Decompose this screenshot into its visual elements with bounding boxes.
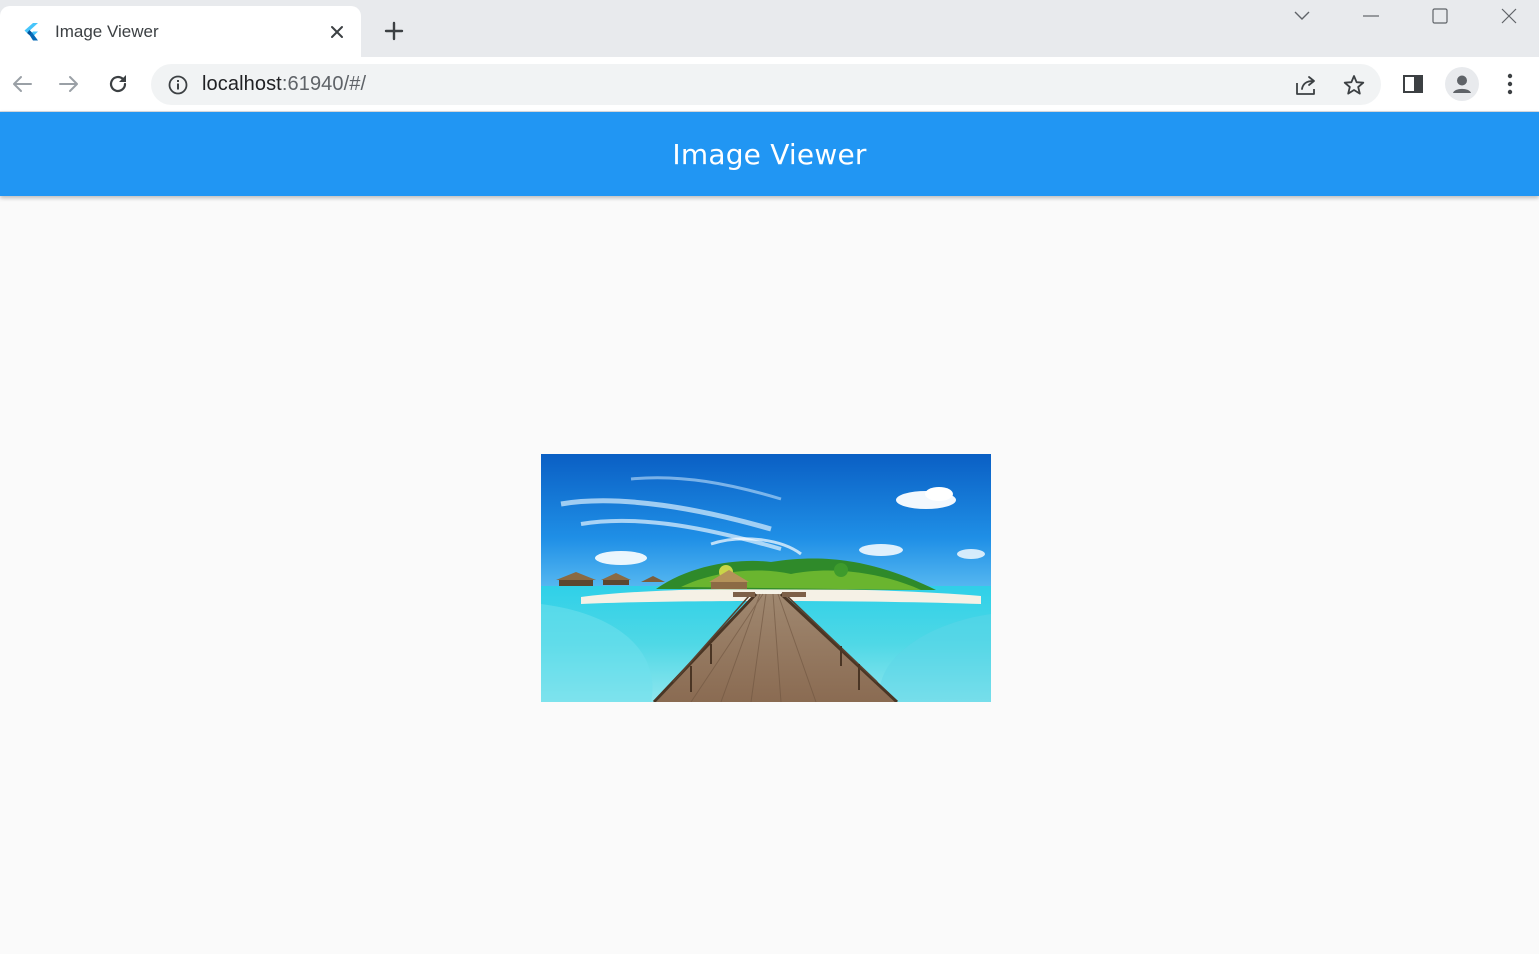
browser-toolbar: localhost:61940/#/ — [0, 57, 1539, 112]
reload-icon[interactable] — [101, 67, 135, 101]
tab-search-icon[interactable] — [1279, 0, 1325, 32]
window-close-icon[interactable] — [1486, 0, 1532, 32]
page-title: Image Viewer — [672, 137, 867, 171]
side-panel-icon[interactable] — [1396, 67, 1430, 101]
new-tab-icon[interactable] — [380, 17, 408, 45]
app-bar: Image Viewer — [0, 112, 1539, 196]
flutter-icon — [20, 21, 42, 43]
share-icon[interactable] — [1289, 68, 1323, 102]
browser-tab[interactable]: Image Viewer — [0, 6, 361, 57]
profile-icon[interactable] — [1445, 67, 1479, 101]
forward-icon[interactable] — [52, 67, 86, 101]
back-icon[interactable] — [5, 67, 39, 101]
more-menu-icon[interactable] — [1493, 67, 1527, 101]
tab-strip: Image Viewer — [0, 0, 1539, 57]
tab-title: Image Viewer — [55, 21, 159, 41]
bookmark-star-icon[interactable] — [1337, 68, 1371, 102]
maximize-icon[interactable] — [1417, 0, 1463, 32]
site-info-icon[interactable] — [167, 74, 189, 96]
minimize-icon[interactable] — [1348, 0, 1394, 32]
url-host: localhost — [202, 73, 282, 95]
address-bar[interactable]: localhost:61940/#/ — [151, 64, 1381, 105]
beach-image — [541, 454, 991, 702]
tab-close-icon[interactable] — [323, 18, 351, 46]
app-body — [0, 196, 1539, 954]
url-path: :61940/#/ — [281, 73, 367, 95]
url-text: localhost:61940/#/ — [202, 73, 366, 96]
